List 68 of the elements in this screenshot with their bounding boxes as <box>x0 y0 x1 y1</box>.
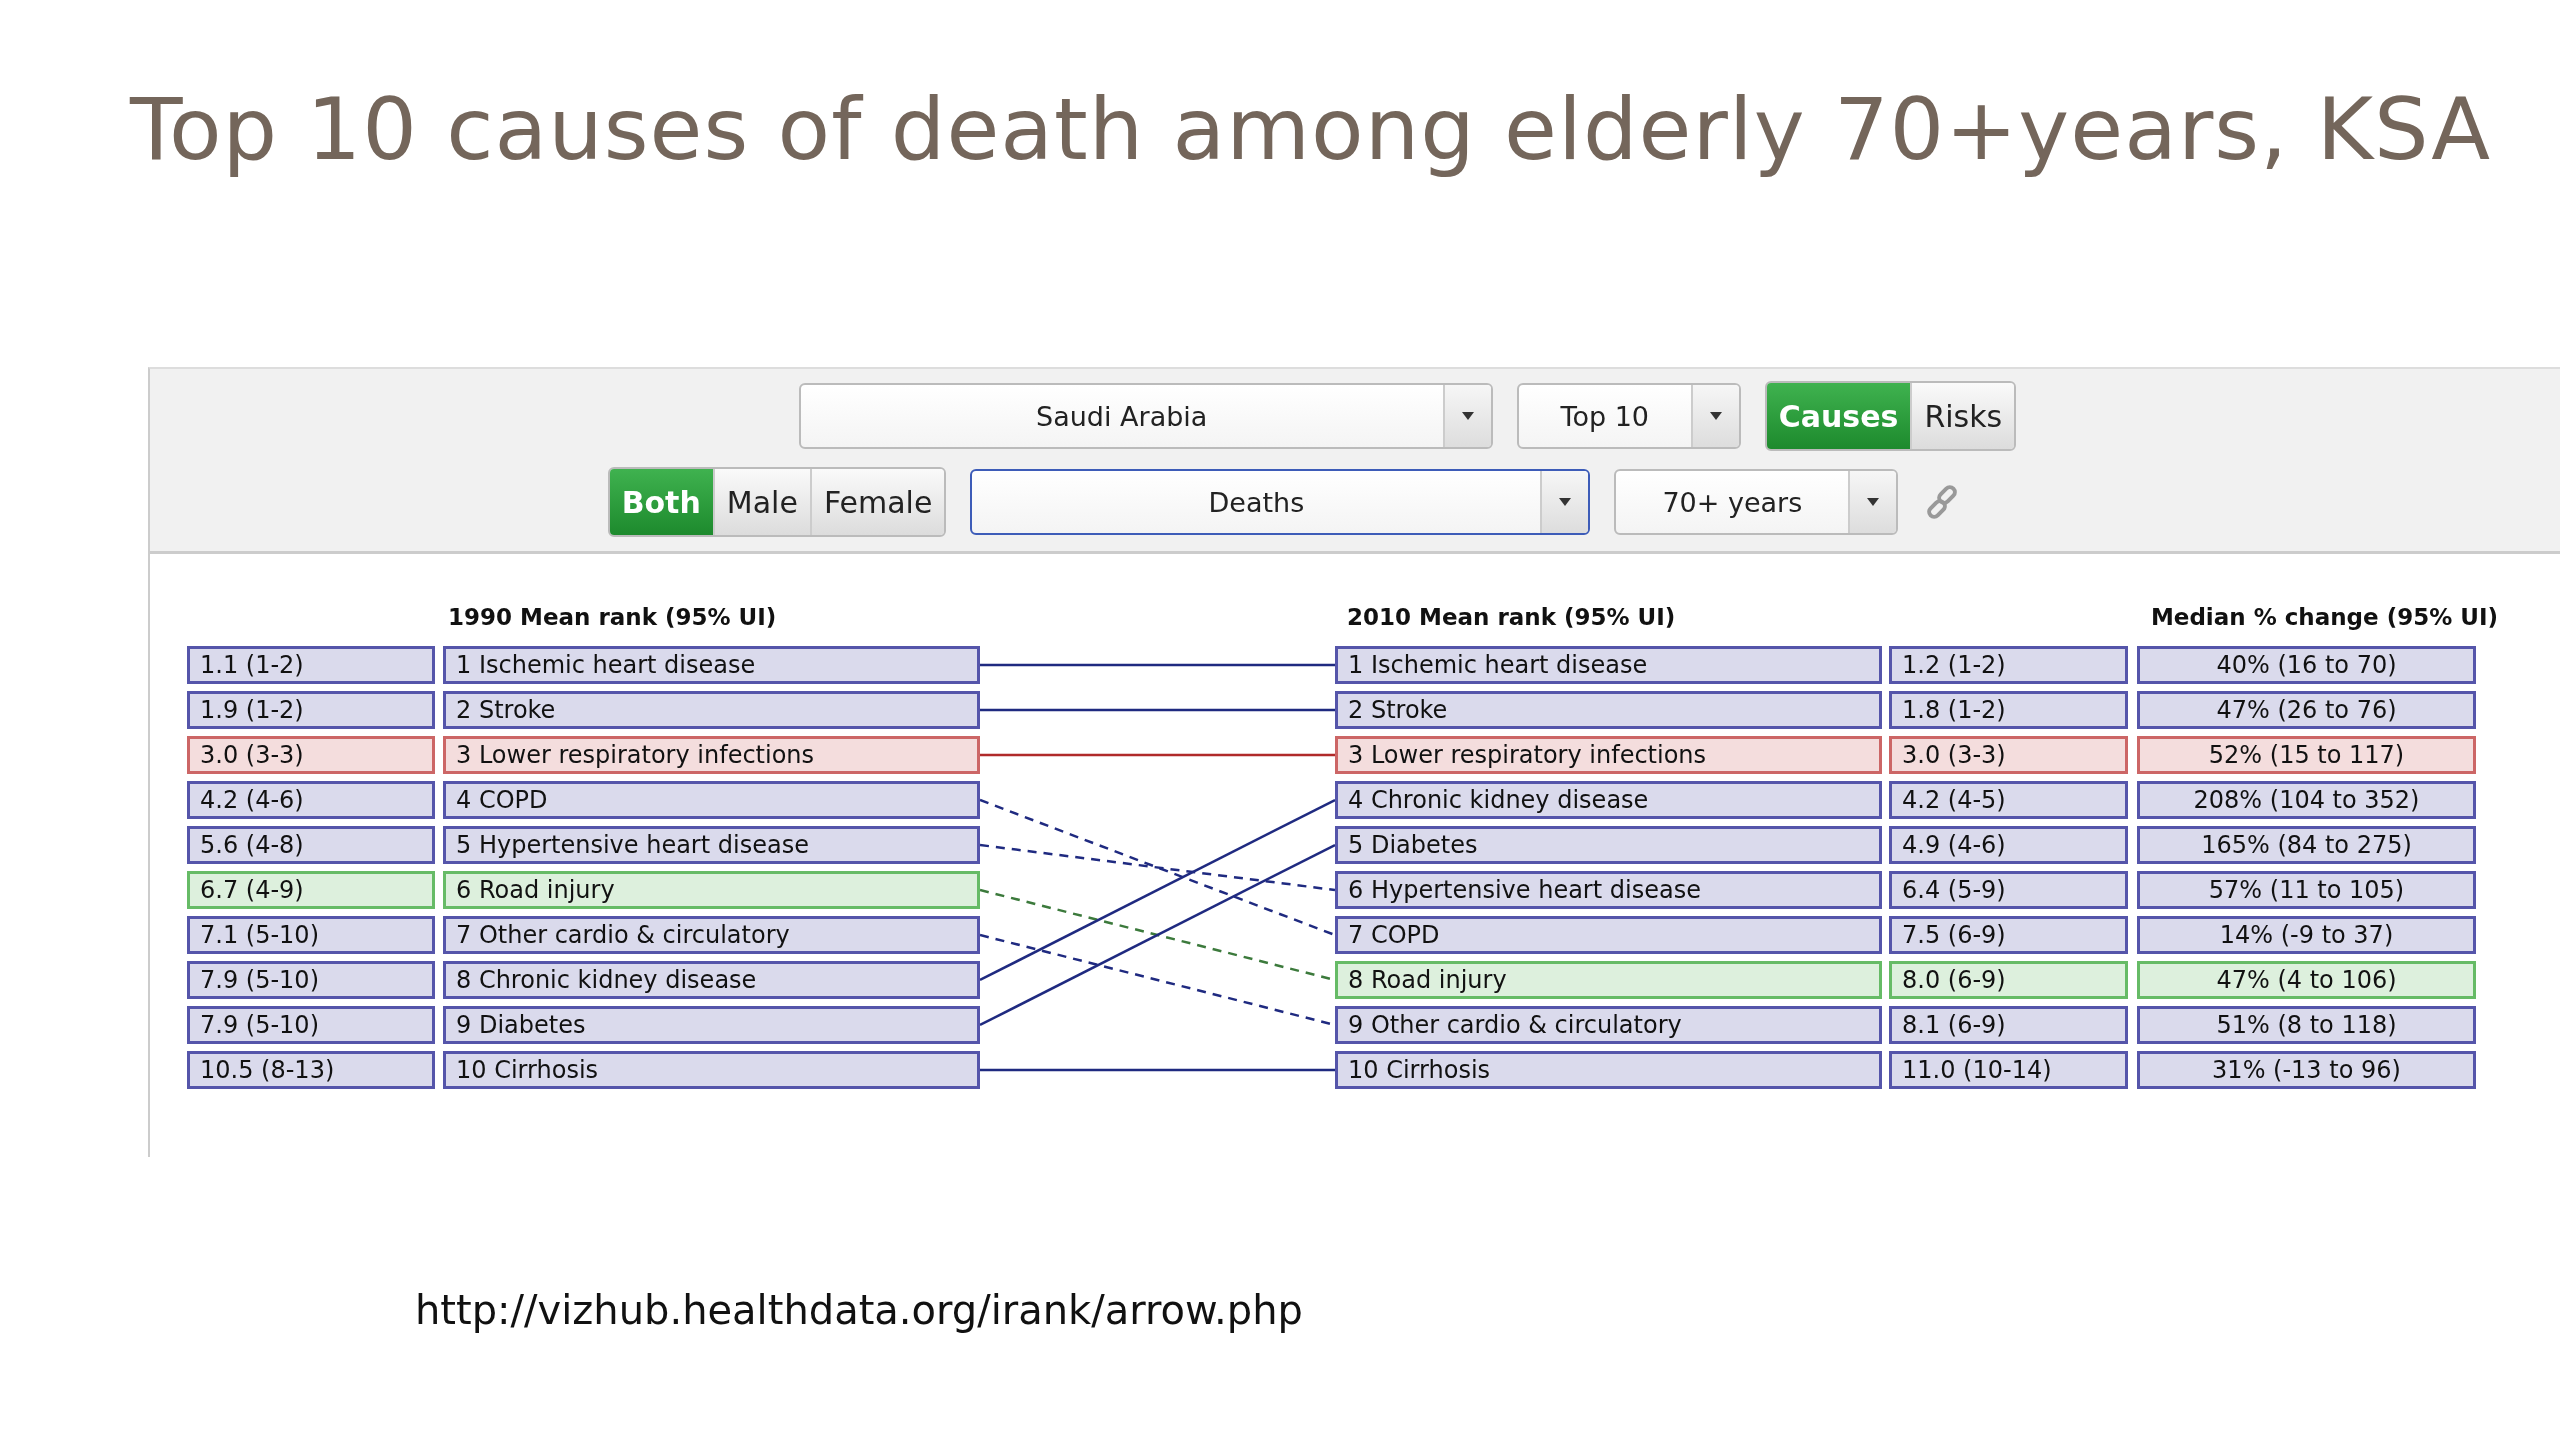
mode-toggle-button[interactable]: Risks <box>1910 383 2015 450</box>
sex-toggle-button[interactable]: Female <box>809 469 945 536</box>
caret-icon <box>1866 497 1881 508</box>
rank-value-cell: 1.2 (1-2) <box>1889 646 2128 685</box>
change-cell: 165% (84 to 275) <box>2137 826 2476 865</box>
cause-cell: 8 Road injury <box>1335 961 1882 1000</box>
change-cell: 40% (16 to 70) <box>2137 646 2476 685</box>
measure-dropdown[interactable]: Deaths <box>970 469 1591 536</box>
rank-value-cell: 1.8 (1-2) <box>1889 691 2128 730</box>
sex-toggle-button[interactable]: Both <box>609 469 713 536</box>
cause-cell: 4 COPD <box>443 781 980 820</box>
cause-cell: 10 Cirrhosis <box>443 1051 980 1090</box>
cause-cell: 10 Cirrhosis <box>1335 1051 1882 1090</box>
cause-cell: 1 Ischemic heart disease <box>1335 646 1882 685</box>
top-dropdown[interactable]: Top 10 <box>1516 383 1741 450</box>
cause-cell: 9 Diabetes <box>443 1006 980 1045</box>
rank-value-cell: 7.9 (5-10) <box>187 961 435 1000</box>
rank-value-cell: 11.0 (10-14) <box>1889 1051 2128 1090</box>
cause-cell: 2 Stroke <box>1335 691 1882 730</box>
cause-cell: 9 Other cardio & circulatory <box>1335 1006 1882 1045</box>
cause-cell: 5 Hypertensive heart disease <box>443 826 980 865</box>
rank-value-cell: 8.0 (6-9) <box>1889 961 2128 1000</box>
change-cell: 47% (4 to 106) <box>2137 961 2476 1000</box>
cause-cell: 6 Road injury <box>443 871 980 910</box>
rank-value-cell: 1.9 (1-2) <box>187 691 435 730</box>
sex-toggle-button[interactable]: Male <box>712 469 810 536</box>
change-cell: 208% (104 to 352) <box>2137 781 2476 820</box>
age-dropdown[interactable]: 70+ years <box>1614 469 1899 536</box>
caret-icon <box>1708 411 1723 422</box>
mode-toggle-button[interactable]: Causes <box>1766 383 1911 450</box>
caret-icon <box>1558 497 1573 508</box>
cause-cell: 2 Stroke <box>443 691 980 730</box>
rank-value-cell: 6.7 (4-9) <box>187 871 435 910</box>
cause-cell: 7 COPD <box>1335 916 1882 955</box>
rank-value-cell: 7.9 (5-10) <box>187 1006 435 1045</box>
column-header: 1990 Mean rank (95% UI) <box>447 604 778 633</box>
change-cell: 52% (15 to 117) <box>2137 736 2476 775</box>
cause-cell: 1 Ischemic heart disease <box>443 646 980 685</box>
rank-value-cell: 5.6 (4-8) <box>187 826 435 865</box>
rank-value-cell: 6.4 (5-9) <box>1889 871 2128 910</box>
cause-cell: 3 Lower respiratory infections <box>1335 736 1882 775</box>
rank-value-cell: 7.1 (5-10) <box>187 916 435 955</box>
change-cell: 14% (-9 to 37) <box>2137 916 2476 955</box>
rank-value-cell: 10.5 (8-13) <box>187 1051 435 1090</box>
rank-value-cell: 3.0 (3-3) <box>187 736 435 775</box>
caret-icon <box>1460 411 1475 422</box>
cause-cell: 7 Other cardio & circulatory <box>443 916 980 955</box>
rank-value-cell: 1.1 (1-2) <box>187 646 435 685</box>
cause-cell: 6 Hypertensive heart disease <box>1335 871 1882 910</box>
rank-value-cell: 8.1 (6-9) <box>1889 1006 2128 1045</box>
source-link[interactable]: http://vizhub.healthdata.org/irank/arrow.php <box>415 1287 1303 1334</box>
change-cell: 47% (26 to 76) <box>2137 691 2476 730</box>
column-header: Median % change (95% UI) <box>2150 604 2498 633</box>
rank-value-cell: 4.9 (4-6) <box>1889 826 2128 865</box>
cause-cell: 8 Chronic kidney disease <box>443 961 980 1000</box>
change-cell: 57% (11 to 105) <box>2137 871 2476 910</box>
cause-cell: 5 Diabetes <box>1335 826 1882 865</box>
rank-value-cell: 7.5 (6-9) <box>1889 916 2128 955</box>
change-cell: 31% (-13 to 96) <box>2137 1051 2476 1090</box>
change-cell: 51% (8 to 118) <box>2137 1006 2476 1045</box>
column-header: 2010 Mean rank (95% UI) <box>1346 604 1677 633</box>
slide-title: Top 10 causes of death among elderly 70+years, KSA <box>130 78 2492 181</box>
cause-cell: 3 Lower respiratory infections <box>443 736 980 775</box>
location-dropdown[interactable]: Saudi Arabia <box>798 383 1493 450</box>
cause-cell: 4 Chronic kidney disease <box>1335 781 1882 820</box>
rank-value-cell: 3.0 (3-3) <box>1889 736 2128 775</box>
rank-value-cell: 4.2 (4-6) <box>187 781 435 820</box>
rank-value-cell: 4.2 (4-5) <box>1889 781 2128 820</box>
